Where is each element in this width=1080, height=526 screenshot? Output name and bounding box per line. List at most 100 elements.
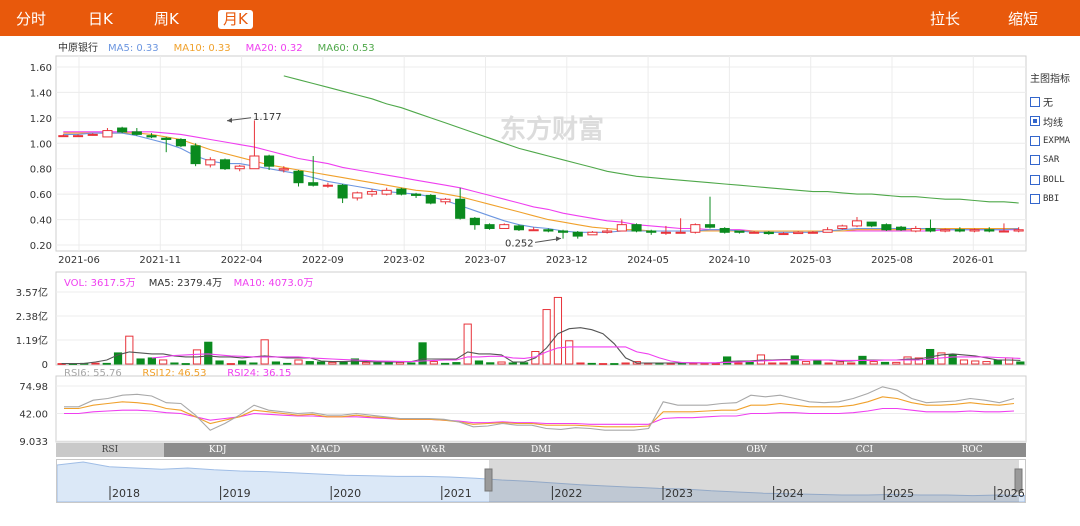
kline-xtick-label: 2021-06 — [58, 255, 100, 266]
checkbox-checked-icon[interactable] — [1030, 116, 1040, 127]
sub-indicator-tabs: RSI KDJ MACD W&R DMI BIAS OBV CCI ROC — [56, 443, 1026, 457]
volume-bar — [948, 354, 957, 365]
volume-bar — [226, 363, 235, 365]
volume-ytick-label: 0 — [42, 360, 48, 371]
candle-body — [572, 231, 583, 237]
candle — [440, 197, 451, 205]
indicator-boll[interactable]: BOLL — [1030, 170, 1080, 190]
volume-bar — [215, 360, 224, 365]
candle-body — [513, 225, 525, 231]
volume-bar — [768, 362, 777, 365]
checkbox-icon[interactable] — [1030, 174, 1040, 185]
indicator-sar[interactable]: SAR — [1030, 151, 1080, 171]
volume-bar — [271, 361, 281, 365]
navigator-year-label: 2024 — [776, 487, 804, 500]
indicator-bbi[interactable]: BBI — [1030, 190, 1080, 210]
navigator-canvas[interactable]: 2018 2019 2020 2021 2022 2023 2024 2025 2026 — [56, 460, 1026, 503]
indicator-expma[interactable]: EXPMA — [1030, 131, 1080, 151]
candle — [925, 219, 936, 233]
tab-wr[interactable]: W&R — [379, 443, 487, 457]
candle-body — [469, 217, 480, 226]
candle-body — [190, 145, 201, 165]
volume-bar — [880, 361, 890, 365]
candle-body — [984, 229, 995, 232]
tab-cci[interactable]: CCI — [810, 443, 918, 457]
candle-body — [587, 231, 598, 236]
candle — [910, 225, 921, 233]
annotation-low-label: 0.252 — [505, 238, 534, 249]
candle-body — [161, 137, 172, 140]
candle — [249, 120, 260, 170]
candle — [455, 187, 466, 220]
candle-body — [175, 138, 186, 147]
tab-roc[interactable]: ROC — [918, 443, 1026, 457]
navigator-year-label: 2022 — [554, 487, 582, 500]
tab-intraday[interactable]: 分时 — [16, 9, 46, 29]
volume-bar — [824, 362, 833, 365]
candle-body — [293, 170, 304, 184]
candle-body — [940, 229, 951, 232]
candle-body — [455, 198, 466, 219]
candle — [396, 187, 407, 196]
volume-bar — [441, 362, 450, 365]
kline-legend: 中原银行 MA5: 0.33 MA10: 0.33 MA20: 0.32 MA60: … — [58, 41, 375, 54]
tab-dmi[interactable]: DMI — [487, 443, 595, 457]
candle — [631, 223, 642, 233]
candle-body — [411, 193, 422, 196]
tab-bias[interactable]: BIAS — [595, 443, 703, 457]
volume-bar — [328, 361, 337, 365]
checkbox-icon[interactable] — [1030, 96, 1040, 107]
candle-body — [381, 189, 392, 195]
indicator-none[interactable]: 无 — [1030, 92, 1080, 112]
volume-bar — [429, 361, 438, 365]
kline-ytick-label: 0.40 — [30, 216, 52, 227]
candle-body — [616, 224, 627, 232]
checkbox-icon[interactable] — [1030, 194, 1040, 205]
time-range-navigator[interactable]: 2018 2019 2020 2021 2022 2023 2024 2025 2026 — [56, 459, 1026, 503]
candle-body — [425, 194, 436, 204]
kline-xtick-label: 2022-04 — [221, 255, 263, 266]
stretch-button[interactable]: 拉长 — [930, 9, 960, 29]
volume-bar — [452, 362, 461, 365]
indicator-ma[interactable]: 均线 — [1030, 112, 1080, 132]
kline-xtick-label: 2024-05 — [627, 255, 669, 266]
candle — [293, 169, 304, 187]
shrink-button[interactable]: 缩短 — [1008, 9, 1038, 29]
navigator-left-handle[interactable] — [484, 468, 493, 492]
candle — [381, 187, 392, 196]
rsi-legend-rsi12: RSI12: 46.53 — [142, 368, 206, 379]
volume-bar — [982, 361, 991, 365]
volume-bar — [959, 359, 969, 365]
volume-bar — [362, 361, 371, 365]
volume-bar — [147, 357, 156, 365]
candle-body — [660, 231, 671, 234]
candle-body — [337, 184, 348, 199]
candle-body — [734, 230, 745, 233]
checkbox-icon[interactable] — [1030, 135, 1040, 146]
volume-bar — [598, 363, 608, 365]
volume-bar — [610, 363, 619, 365]
candle-body — [822, 229, 833, 233]
volume-bar — [91, 362, 100, 365]
tab-monthly-k[interactable]: 月K — [218, 10, 253, 29]
volume-bar — [159, 359, 168, 365]
volume-legend: VOL: 3617.5万 MA5: 2379.4万 MA10: 4073.0万 — [64, 278, 313, 289]
candle-body — [249, 155, 260, 170]
tab-rsi[interactable]: RSI — [56, 443, 164, 457]
volume-bar — [339, 361, 348, 365]
kline-ytick-label: 1.00 — [30, 139, 52, 150]
volume-bar — [305, 361, 314, 365]
checkbox-icon[interactable] — [1030, 155, 1040, 166]
tab-daily-k[interactable]: 日K — [88, 9, 113, 29]
volume-bar — [474, 360, 484, 365]
tab-weekly-k[interactable]: 周K — [154, 9, 179, 29]
candle-body — [484, 224, 495, 229]
tab-obv[interactable]: OBV — [703, 443, 811, 457]
kline-ytick-label: 0.60 — [30, 190, 52, 201]
tab-macd[interactable]: MACD — [272, 443, 380, 457]
candle — [896, 225, 907, 232]
candle — [704, 196, 716, 229]
tab-kdj[interactable]: KDJ — [164, 443, 272, 457]
candle-body — [1013, 229, 1024, 232]
volume-legend-ma5: MA5: 2379.4万 — [149, 278, 222, 289]
